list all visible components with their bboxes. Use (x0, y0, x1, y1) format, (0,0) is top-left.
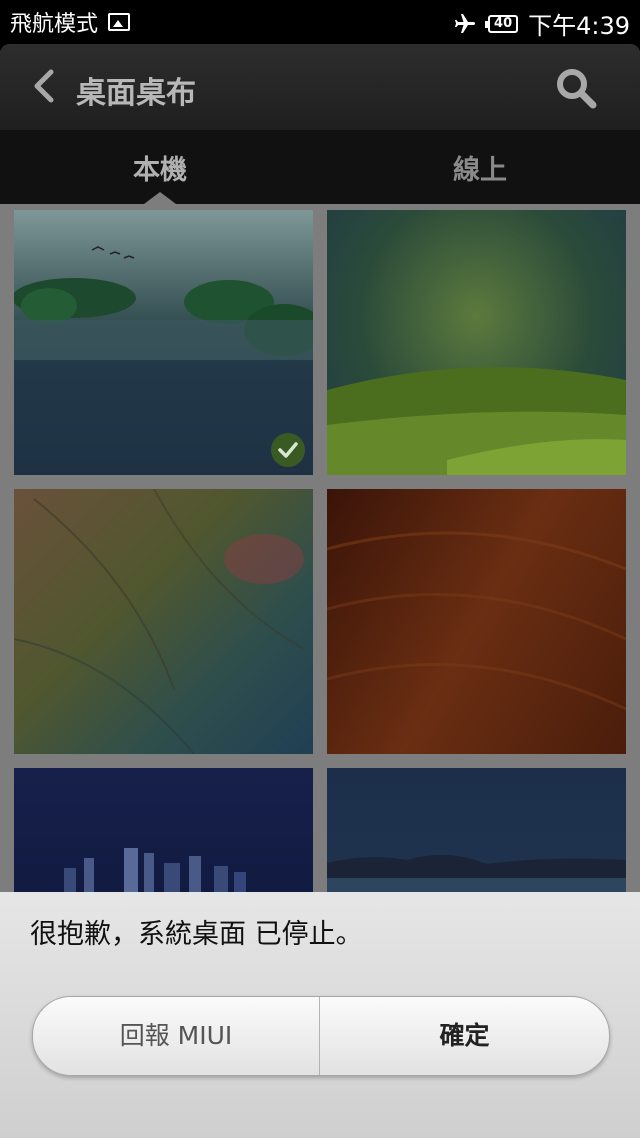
image-icon (108, 13, 131, 31)
airplane-icon (455, 13, 476, 33)
search-icon[interactable] (552, 64, 600, 112)
red-wood-image (327, 531, 626, 711)
feathers-image (14, 489, 305, 754)
wallpaper-tile-green-hills[interactable] (327, 210, 626, 475)
wallpaper-tile-feathers[interactable] (14, 489, 313, 754)
battery-icon: 40 (485, 14, 519, 33)
wallpaper-picker-screen: 桌面桌布 本機 線上 很抱歉，系統桌面 已停止。 回報 MIUI 確定 (0, 44, 640, 1138)
misty-lake-image (14, 246, 313, 475)
dialog-message: 很抱歉，系統桌面 已停止。 (30, 919, 363, 950)
tab-online[interactable]: 線上 (320, 148, 640, 187)
tab-local[interactable]: 本機 (0, 148, 320, 187)
dialog-button-group: 回報 MIUI 確定 (32, 996, 610, 1076)
tab-selected-indicator (144, 192, 176, 204)
status-time: 下午4:39 (528, 12, 630, 40)
error-dialog: 很抱歉，系統桌面 已停止。 回報 MIUI 確定 (0, 892, 640, 1138)
status-right: 40 下午4:39 (452, 6, 630, 41)
tab-bar: 本機 線上 (0, 130, 640, 204)
action-bar: 桌面桌布 (0, 44, 640, 130)
page-title: 桌面桌布 (76, 76, 196, 111)
status-left: 飛航模式 (10, 6, 131, 38)
back-chevron-icon[interactable] (24, 66, 64, 106)
wallpaper-tile-red-wood[interactable] (327, 489, 626, 754)
ok-button[interactable]: 確定 (320, 997, 609, 1075)
status-bar: 飛航模式 40 下午4:39 (0, 0, 640, 44)
airplane-mode-label: 飛航模式 (10, 12, 99, 37)
green-hills-image (327, 367, 626, 475)
wallpaper-tile-misty-lake[interactable] (14, 210, 313, 475)
report-miui-button[interactable]: 回報 MIUI (33, 997, 319, 1075)
selected-check-icon (271, 433, 305, 467)
